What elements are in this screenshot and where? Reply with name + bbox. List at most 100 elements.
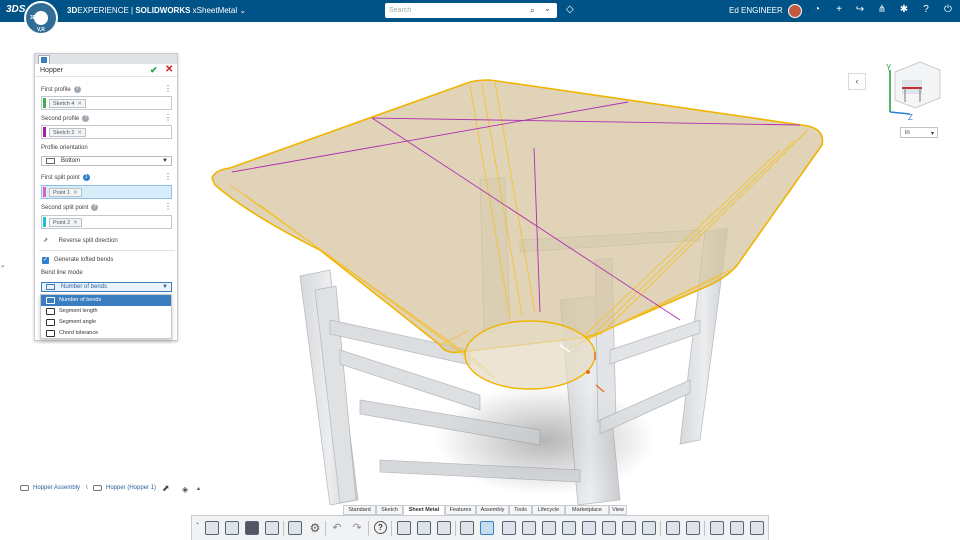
reverse-split-button[interactable]: ⇗ Reverse split direction [43, 237, 118, 244]
search-dropdown-icon[interactable]: ⌄ [544, 4, 551, 13]
breadcrumb-part[interactable]: Hopper (Hopper 1) [106, 485, 156, 491]
tab-assembly[interactable]: Assembly [476, 505, 509, 515]
ok-button[interactable]: ✔ [150, 65, 158, 76]
first-profile-chip[interactable]: Sketch 4 ✕ [49, 99, 87, 108]
break-corner-icon[interactable] [622, 521, 636, 535]
search-box[interactable]: ⌕ ⌄ [385, 3, 557, 18]
brand-dropdown-icon[interactable]: ⌄ [239, 6, 246, 15]
undo-icon[interactable]: ↶ [330, 521, 344, 535]
panel-tab-properties[interactable] [38, 55, 50, 64]
gusset-icon[interactable] [642, 521, 656, 535]
info-icon: 1 [82, 174, 90, 181]
first-split-field[interactable]: Point 1 ✕ [41, 185, 172, 199]
menu-item-segment-angle[interactable]: Segment angle [41, 317, 171, 328]
part-icon [93, 485, 102, 491]
tab-marketplace[interactable]: Marketplace [565, 505, 609, 515]
info-icon: ? [73, 86, 81, 93]
avatar[interactable] [788, 4, 802, 18]
jog-icon[interactable] [542, 521, 556, 535]
toolbar-expand-icon[interactable]: ⌄ [195, 519, 200, 526]
tools-icon[interactable]: ✱ [897, 4, 911, 15]
corner-relief-icon[interactable] [582, 521, 596, 535]
first-profile-menu-icon[interactable]: ⋮ [164, 84, 172, 93]
app-brand: 3DEXPERIENCE | SOLIDWORKS xSheetMetal ⌄ [67, 6, 247, 15]
compass-icon[interactable]: 3D V,R [24, 1, 58, 35]
view-cube-icon [889, 61, 941, 115]
notifications-icon[interactable]: ◔ [810, 4, 824, 15]
tab-tools[interactable]: Tools [509, 505, 532, 515]
top-bar: 3DS 3DEXPERIENCE | SOLIDWORKS xSheetMeta… [0, 0, 960, 22]
new-part-icon[interactable] [205, 521, 219, 535]
edge-flange-icon[interactable] [417, 521, 431, 535]
first-split-menu-icon[interactable]: ⋮ [164, 172, 172, 181]
power-icon[interactable]: ⏻ [941, 4, 955, 15]
print-icon[interactable] [288, 521, 302, 535]
help-icon[interactable]: ? [374, 521, 387, 534]
second-profile-field[interactable]: Sketch 2 ✕ [41, 125, 172, 139]
tab-feature-icon[interactable] [562, 521, 576, 535]
help-icon[interactable]: ? [919, 4, 933, 15]
expand-left-arrow-icon[interactable]: » [1, 264, 4, 270]
share-icon[interactable]: ↪ [853, 4, 867, 15]
convert-to-sheet-metal-icon[interactable] [460, 521, 474, 535]
second-profile-chip[interactable]: Sketch 2 ✕ [49, 128, 87, 137]
tab-standard[interactable]: Standard [343, 505, 376, 515]
first-split-chip[interactable]: Point 1 ✕ [49, 188, 82, 197]
hem-icon[interactable] [522, 521, 536, 535]
chevron-down-icon: ▼ [162, 284, 168, 290]
sheet-metal-icon[interactable]: ⬈ [162, 483, 170, 494]
display-mode-icon[interactable]: ◈ [182, 485, 188, 494]
remove-icon: ✕ [77, 130, 83, 136]
add-icon[interactable]: + [832, 4, 846, 15]
panel-tabstrip [35, 54, 177, 64]
second-split-label: Second split point? [41, 204, 99, 211]
save-icon[interactable] [245, 521, 259, 535]
network-icon[interactable]: ⋔ [875, 4, 889, 15]
generate-lofted-bends-checkbox[interactable]: ✓ [42, 257, 49, 264]
unfold-icon[interactable] [686, 521, 700, 535]
breadcrumb-assembly[interactable]: Hopper Assembly [33, 485, 80, 491]
base-flange-icon[interactable] [397, 521, 411, 535]
menu-item-number-of-bends[interactable]: Number of bends [41, 295, 171, 306]
save-as-icon[interactable] [265, 521, 279, 535]
collapse-panel-button[interactable]: ‹ [848, 73, 866, 90]
sheet-metal-parameters-icon[interactable] [750, 521, 764, 535]
triad-z-label: Z [908, 113, 913, 122]
search-icon[interactable]: ⌕ [530, 5, 540, 15]
search-input[interactable] [389, 5, 509, 16]
second-split-field[interactable]: Point 2 ✕ [41, 215, 172, 229]
tab-view[interactable]: View [609, 505, 627, 515]
tab-sketch[interactable]: Sketch [376, 505, 403, 515]
menu-item-chord-tolerance[interactable]: Chord tolerance [41, 328, 171, 339]
lofted-bend-icon[interactable] [502, 521, 516, 535]
tab-features[interactable]: Features [445, 505, 476, 515]
chevron-down-icon: ▼ [162, 158, 168, 164]
sketched-bend-icon[interactable] [437, 521, 451, 535]
units-select[interactable]: in ▾ [900, 127, 938, 138]
hopper-command-icon[interactable] [480, 521, 494, 535]
tag-icon[interactable]: ◇ [566, 4, 574, 15]
tab-lifecycle[interactable]: Lifecycle [532, 505, 565, 515]
sheet-metal-forming-icon[interactable] [730, 521, 744, 535]
second-split-menu-icon[interactable]: ⋮ [164, 202, 172, 211]
second-profile-menu-icon[interactable]: ⋮ [164, 113, 172, 122]
first-profile-field[interactable]: Sketch 4 ✕ [41, 96, 172, 110]
triad-y-label: Y [886, 63, 892, 72]
redo-icon[interactable]: ↷ [350, 521, 364, 535]
chevron-down-icon[interactable]: ▴ [197, 485, 200, 492]
tab-sheet-metal[interactable]: Sheet Metal [403, 505, 445, 515]
cancel-button[interactable]: ✕ [165, 64, 173, 75]
hopper-part [211, 79, 824, 390]
open-icon[interactable] [225, 521, 239, 535]
second-split-chip[interactable]: Point 2 ✕ [49, 218, 82, 227]
closed-corner-icon[interactable] [602, 521, 616, 535]
segment-length-icon [46, 308, 55, 315]
panel-title: Hopper [40, 67, 63, 74]
flatten-icon[interactable] [666, 521, 680, 535]
settings-icon[interactable]: ⚙ [308, 521, 322, 535]
orientation-select[interactable]: Bottom ▼ [41, 156, 172, 166]
fold-icon[interactable] [710, 521, 724, 535]
username[interactable]: Ed ENGINEER [729, 6, 783, 15]
menu-item-segment-length[interactable]: Segment length [41, 306, 171, 317]
bend-mode-select[interactable]: Number of bends ▼ [41, 282, 172, 292]
